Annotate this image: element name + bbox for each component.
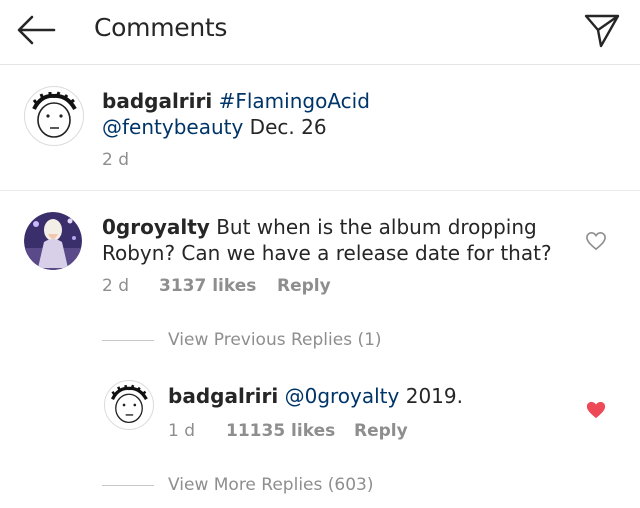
caption-username[interactable]: badgalriri — [102, 89, 212, 113]
reply-avatar[interactable] — [104, 380, 154, 430]
photo-avatar-icon — [24, 212, 82, 270]
reply-text: 2019. — [405, 384, 463, 408]
rihanna-avatar-icon — [32, 91, 77, 138]
reply-time: 1 d — [168, 421, 196, 441]
caption-hashtag[interactable]: #FlamingoAcid — [219, 89, 370, 113]
reply-username[interactable]: badgalriri — [168, 384, 278, 408]
view-more-replies[interactable]: View More Replies (603) — [168, 475, 373, 495]
top-bar: Comments — [0, 0, 640, 65]
view-previous-replies[interactable]: View Previous Replies (1) — [168, 330, 382, 350]
comment-avatar[interactable] — [24, 212, 82, 270]
comment-line-2: Robyn? Can we have a release date for th… — [102, 241, 552, 265]
page-title: Comments — [94, 13, 228, 42]
comment-like-heart-icon[interactable] — [585, 231, 607, 251]
comment-username[interactable]: 0groyalty — [102, 215, 210, 239]
comment-line-1: 0groyalty But when is the album dropping — [102, 214, 537, 240]
back-arrow-icon[interactable] — [14, 12, 58, 48]
rihanna-avatar-icon — [110, 384, 148, 424]
caption-line-1: badgalriri #FlamingoAcid — [102, 88, 370, 114]
reply-like-heart-icon[interactable] — [585, 400, 607, 420]
reply-reply-button[interactable]: Reply — [354, 421, 408, 441]
caption-avatar[interactable] — [24, 86, 84, 146]
comment-text-1: But when is the album dropping — [216, 215, 537, 239]
caption-mention[interactable]: @fentybeauty — [102, 115, 243, 139]
comment-reply-button[interactable]: Reply — [277, 276, 331, 296]
replies-rule — [102, 340, 154, 341]
reply-likes[interactable]: 11135 likes — [226, 421, 335, 441]
more-replies-rule — [102, 485, 154, 486]
caption-line-2: @fentybeauty Dec. 26 — [102, 114, 327, 140]
caption-time: 2 d — [102, 150, 130, 170]
divider — [0, 190, 640, 191]
comment-likes[interactable]: 3137 likes — [159, 276, 256, 296]
reply-mention[interactable]: @0groyalty — [285, 384, 400, 408]
comment-time: 2 d — [102, 276, 130, 296]
direct-send-icon[interactable] — [584, 12, 620, 48]
reply-line: badgalriri @0groyalty 2019. — [168, 383, 463, 409]
caption-text: Dec. 26 — [249, 115, 327, 139]
